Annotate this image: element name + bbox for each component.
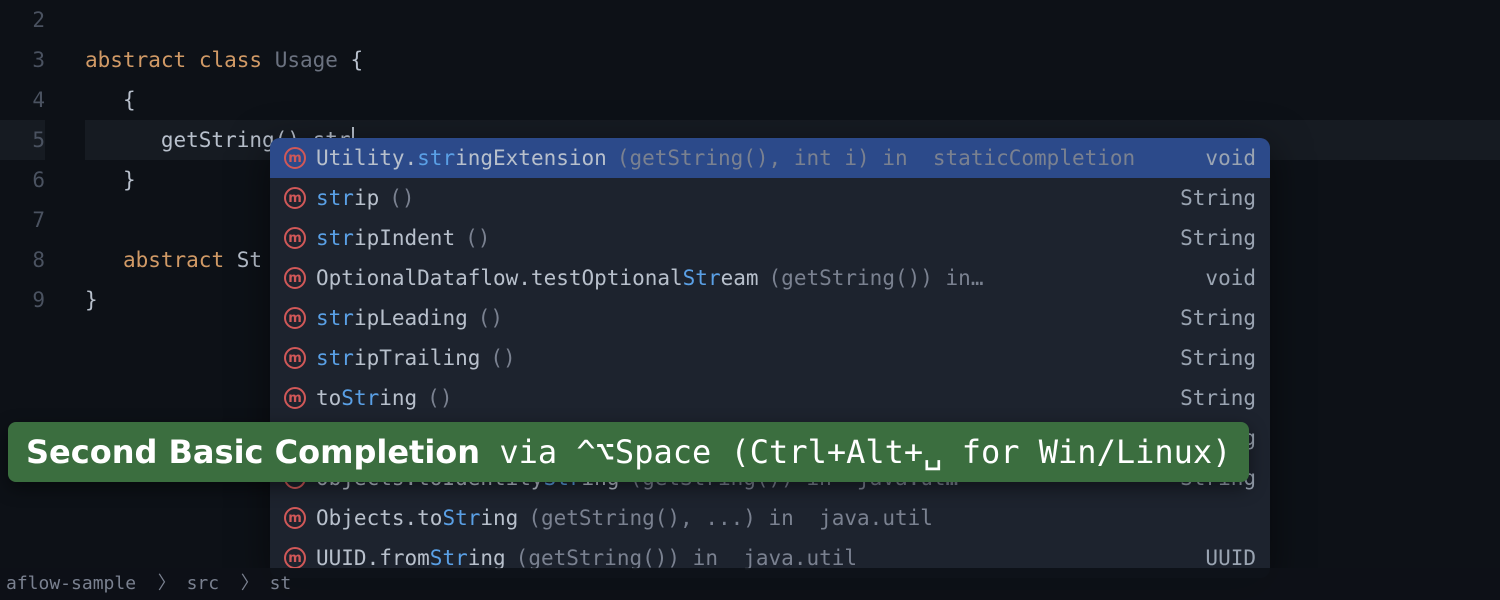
completion-item[interactable]: m Objects.toString (getString(), ...) in j… <box>270 498 1270 538</box>
completion-signature: () <box>389 186 414 210</box>
completion-item[interactable]: m stripIndent () String <box>270 218 1270 258</box>
completion-return-type: String <box>1180 386 1256 410</box>
completion-signature: () <box>478 306 503 330</box>
completion-item[interactable]: m stripTrailing () String <box>270 338 1270 378</box>
close-brace: } <box>85 288 98 312</box>
completion-signature: (getString()) in java.util <box>516 546 857 570</box>
breadcrumb-separator-icon: 〉 <box>219 573 270 594</box>
completion-return-type: String <box>1180 186 1256 210</box>
breadcrumb-segment[interactable]: st <box>270 573 292 594</box>
breadcrumb-separator-icon: 〉 <box>136 573 187 594</box>
completion-return-type: UUID <box>1205 546 1256 570</box>
completion-label: stripIndent <box>316 226 455 250</box>
banner-shortcut: via ^⌥Space (Ctrl+Alt+␣ for Win/Linux) <box>480 433 1231 471</box>
line-number: 5 <box>0 120 45 160</box>
close-brace: } <box>123 168 136 192</box>
completion-return-type: void <box>1205 146 1256 170</box>
open-brace: { <box>123 88 136 112</box>
method-icon: m <box>284 547 306 569</box>
class-name: Usage <box>275 48 338 72</box>
breadcrumb[interactable]: aflow-sample 〉 src 〉 st <box>0 568 1500 600</box>
completion-label: Objects.toString <box>316 506 518 530</box>
code-line[interactable]: { <box>85 80 1500 120</box>
completion-return-type: String <box>1180 346 1256 370</box>
completion-return-type: void <box>1205 266 1256 290</box>
breadcrumb-segment[interactable]: src <box>187 573 220 594</box>
method-icon: m <box>284 347 306 369</box>
completion-label: stripLeading <box>316 306 468 330</box>
completion-item[interactable]: m toString () String <box>270 378 1270 418</box>
keyword-abstract: abstract <box>123 248 224 272</box>
completion-signature: (getString()) in… <box>769 266 984 290</box>
completion-signature: () <box>427 386 452 410</box>
line-number: 8 <box>0 240 45 280</box>
line-number-gutter: 2 3 4 5 6 7 8 9 <box>0 0 85 600</box>
method-icon: m <box>284 227 306 249</box>
hint-banner: Second Basic Completion via ^⌥Space (Ctr… <box>8 422 1249 482</box>
completion-item[interactable]: mstrip () String <box>270 178 1270 218</box>
method-icon: m <box>284 507 306 529</box>
method-icon: m <box>284 187 306 209</box>
line-number: 2 <box>0 0 45 40</box>
completion-item[interactable]: m Utility.stringExtension (getString(), in… <box>270 138 1270 178</box>
keyword-class: class <box>199 48 262 72</box>
completion-return-type: String <box>1180 306 1256 330</box>
line-number: 3 <box>0 40 45 80</box>
completion-signature: () <box>465 226 490 250</box>
method-icon: m <box>284 147 306 169</box>
completion-label: stripTrailing <box>316 346 480 370</box>
keyword-abstract: abstract <box>85 48 186 72</box>
code-line[interactable]: abstract class Usage { <box>85 40 1500 80</box>
line-number: 7 <box>0 200 45 240</box>
method-icon: m <box>284 307 306 329</box>
completion-item[interactable]: m stripLeading () String <box>270 298 1270 338</box>
completion-signature: () <box>490 346 515 370</box>
completion-label: toString <box>316 386 417 410</box>
completion-label: OptionalDataflow.testOptionalStream <box>316 266 759 290</box>
completion-label: Utility.stringExtension <box>316 146 607 170</box>
completion-label: UUID.fromString <box>316 546 506 570</box>
method-icon: m <box>284 267 306 289</box>
breadcrumb-segment[interactable]: aflow-sample <box>6 573 136 594</box>
completion-popup[interactable]: m Utility.stringExtension (getString(), in… <box>270 138 1270 578</box>
line-number: 9 <box>0 280 45 320</box>
line-number: 4 <box>0 80 45 120</box>
completion-signature: (getString(), ...) in java.util <box>528 506 933 530</box>
completion-item[interactable]: m OptionalDataflow.testOptionalStream (get… <box>270 258 1270 298</box>
completion-signature: (getString(), int i) in staticCompletion <box>617 146 1135 170</box>
completion-label: strip <box>316 186 379 210</box>
method-call: getString <box>161 128 275 152</box>
code-text: St <box>224 248 262 272</box>
banner-title: Second Basic Completion <box>26 433 480 471</box>
completion-return-type: String <box>1180 226 1256 250</box>
code-line[interactable] <box>85 0 1500 40</box>
open-brace: { <box>338 48 363 72</box>
method-icon: m <box>284 387 306 409</box>
line-number: 6 <box>0 160 45 200</box>
